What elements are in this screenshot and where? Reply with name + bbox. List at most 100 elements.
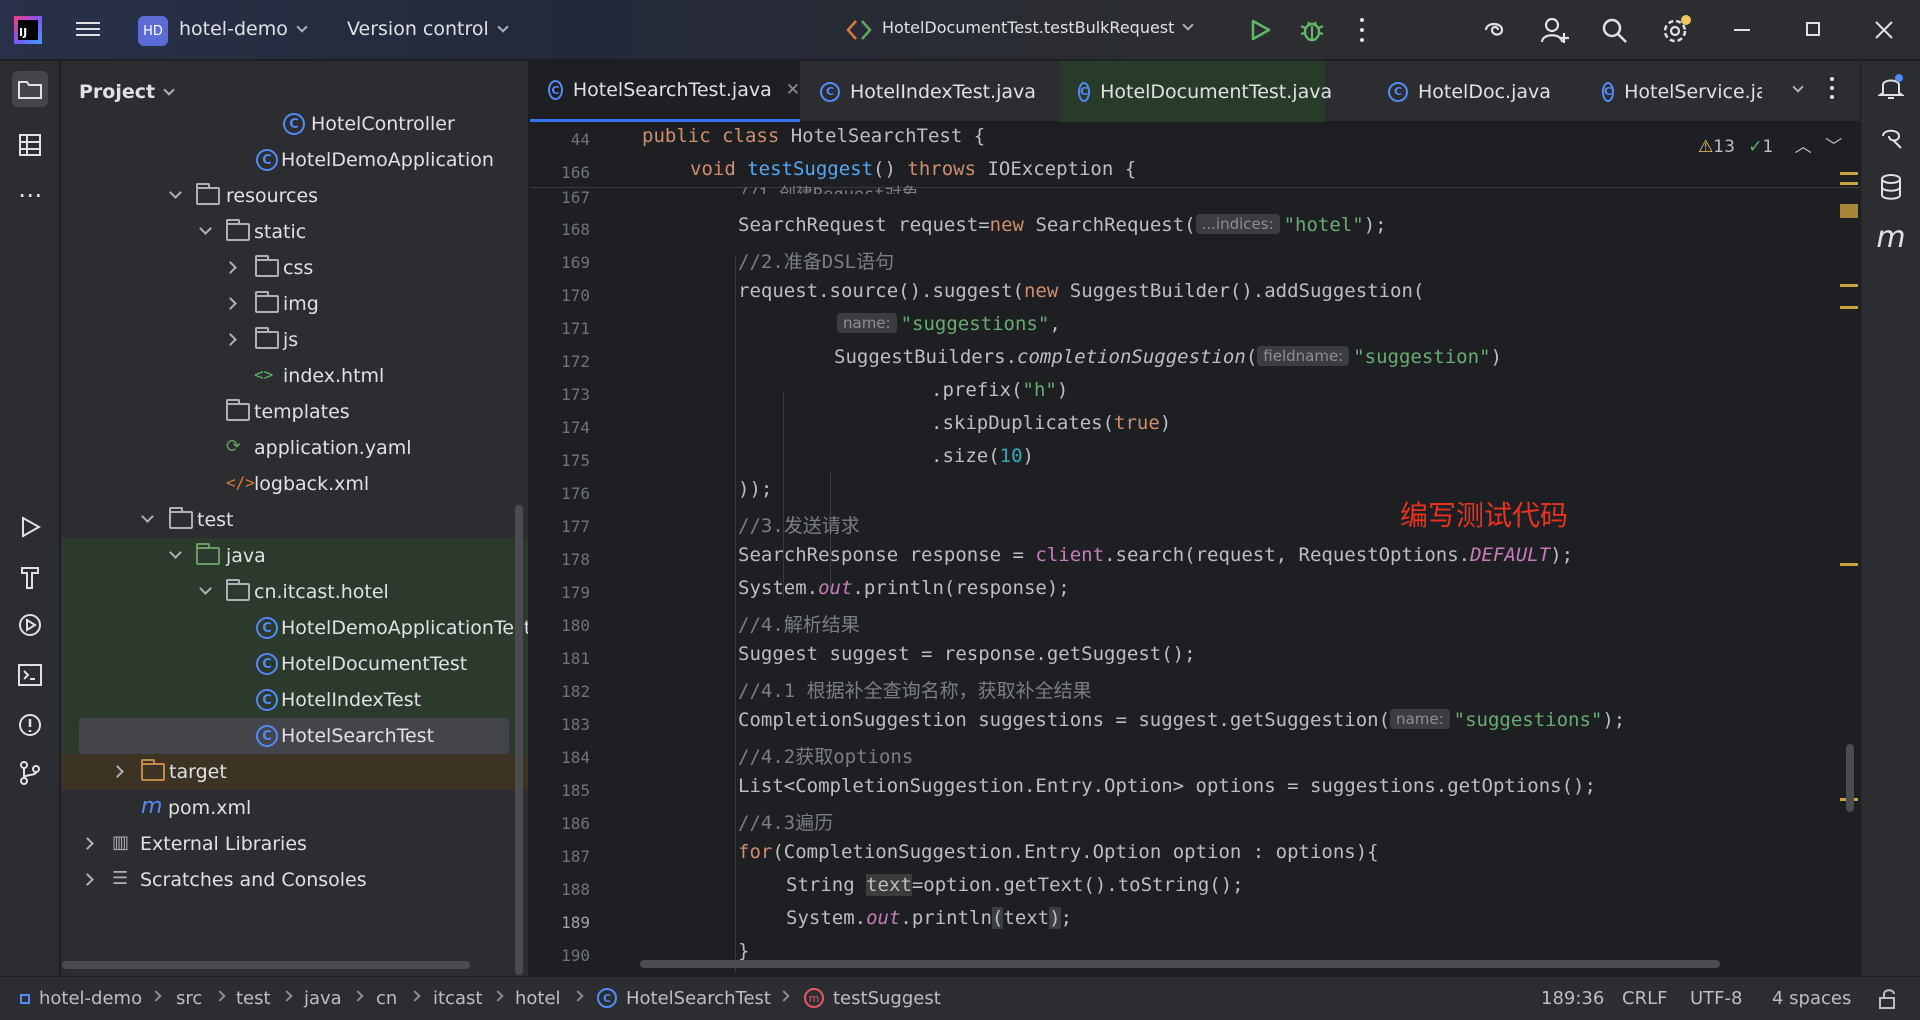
search-icon[interactable] (1600, 16, 1628, 44)
tree-item-img[interactable]: img (61, 286, 528, 322)
editor-horizontal-scrollbar[interactable] (640, 960, 1720, 968)
tree-item-js[interactable]: js (61, 322, 528, 358)
build-tool-icon[interactable] (12, 559, 48, 595)
main-menu-icon[interactable] (76, 18, 100, 40)
editor-vertical-scrollbar[interactable] (1846, 744, 1854, 812)
chevron-right-icon[interactable] (224, 297, 237, 310)
notifications-icon[interactable] (1873, 69, 1909, 105)
terminal-tool-icon[interactable] (12, 657, 48, 693)
breadcrumb-method[interactable]: testSuggest (833, 988, 941, 1009)
tab-actions-icon[interactable] (1830, 77, 1834, 99)
run-config-selector[interactable]: HotelDocumentTest.testBulkRequest (882, 18, 1195, 37)
tree-item-test[interactable]: test (61, 502, 528, 538)
breadcrumb-hotel[interactable]: hotel (515, 988, 561, 1009)
tree-item-pom-xml[interactable]: m pom.xml (61, 790, 528, 826)
more-tools-icon[interactable]: ⋯ (12, 177, 48, 213)
project-switcher[interactable]: hotel-demo (179, 18, 308, 40)
project-vertical-scrollbar[interactable] (515, 505, 523, 975)
tree-item-cn-itcast-hotel[interactable]: cn.itcast.hotel (61, 574, 528, 610)
chevron-down-icon[interactable] (169, 186, 182, 199)
inspection-widget[interactable]: ⚠13 ✓1 ︿ ﹀ (1698, 132, 1842, 157)
sticky-line-method[interactable]: 166 void testSuggest() throws IOExceptio… (530, 155, 1860, 188)
tree-item-static[interactable]: static (61, 214, 528, 250)
tab-hotel-search-test[interactable]: C HotelSearchTest.java ✕ (530, 61, 800, 122)
tree-item-hotel-controller[interactable]: C HotelController (61, 106, 528, 142)
error-stripe-marker[interactable] (1840, 182, 1858, 185)
chevron-right-icon[interactable] (224, 333, 237, 346)
prev-highlight-icon[interactable]: ︿ (1795, 137, 1812, 157)
tabs-overflow-chevron-icon[interactable] (1792, 81, 1804, 93)
vcs-widget[interactable]: Version control (347, 18, 509, 40)
chevron-right-icon[interactable] (111, 765, 124, 778)
error-stripe-marker[interactable] (1840, 284, 1858, 287)
tree-item-hotel-index-test[interactable]: C HotelIndexTest (61, 682, 528, 718)
project-horizontal-scrollbar[interactable] (62, 961, 470, 969)
ai-assistant-icon[interactable] (1480, 16, 1508, 44)
tree-item-hotel-demo-application[interactable]: C HotelDemoApplication (61, 142, 528, 178)
chevron-down-icon[interactable] (199, 582, 212, 595)
breadcrumb-test[interactable]: test (236, 988, 271, 1009)
tab-hotel-document-test[interactable]: C HotelDocumentTest.java (1060, 61, 1332, 122)
run-icon[interactable] (1248, 18, 1272, 42)
file-encoding[interactable]: UTF-8 (1690, 988, 1742, 1009)
error-stripe-marker[interactable] (1840, 204, 1858, 218)
tab-hotel-index-test[interactable]: C HotelIndexTest.java (820, 61, 1036, 122)
tree-item-logback-xml[interactable]: </> logback.xml (61, 466, 528, 502)
tab-hotel-doc[interactable]: C HotelDoc.java (1388, 61, 1551, 122)
lock-icon[interactable] (1877, 988, 1899, 1010)
tree-item-java[interactable]: java (61, 538, 528, 574)
breadcrumb-java[interactable]: java (304, 988, 342, 1009)
error-stripe-marker[interactable] (1840, 563, 1858, 566)
chevron-right-icon[interactable] (224, 261, 237, 274)
services-tool-icon[interactable] (12, 607, 48, 643)
problems-tool-icon[interactable] (12, 707, 48, 743)
settings-icon[interactable] (1660, 14, 1692, 46)
tree-item-resources[interactable]: resources (61, 178, 528, 214)
chevron-right-icon[interactable] (81, 873, 94, 886)
chevron-down-icon[interactable] (141, 510, 154, 523)
tree-item-index-html[interactable]: <> index.html (61, 358, 528, 394)
add-user-icon[interactable] (1540, 15, 1570, 45)
tree-item-application-yaml[interactable]: ⟳ application.yaml (61, 430, 528, 466)
error-stripe-marker[interactable] (1840, 306, 1858, 309)
tree-item-scratches[interactable]: ☰ Scratches and Consoles (61, 862, 528, 898)
sticky-line-class[interactable]: 44 public class HotelSearchTest { (530, 122, 1860, 155)
close-window-icon[interactable] (1874, 20, 1894, 40)
database-icon[interactable] (1873, 169, 1909, 205)
next-highlight-icon[interactable]: ﹀ (1825, 137, 1842, 157)
breadcrumb-src[interactable]: src (176, 988, 202, 1009)
ai-chat-icon[interactable] (1873, 119, 1909, 155)
run-tool-icon[interactable] (12, 509, 48, 545)
project-tool-icon[interactable] (12, 71, 48, 107)
restore-icon[interactable] (1806, 22, 1820, 36)
tree-item-templates[interactable]: templates (61, 394, 528, 430)
intellij-logo-icon[interactable]: IJ (14, 16, 42, 44)
maven-tool-icon[interactable]: m (1873, 219, 1909, 255)
minimize-icon[interactable] (1734, 29, 1750, 31)
breadcrumb-cn[interactable]: cn (376, 988, 397, 1009)
close-tab-icon[interactable]: ✕ (786, 80, 800, 100)
caret-position[interactable]: 189:36 (1541, 988, 1604, 1009)
git-tool-icon[interactable] (12, 755, 48, 791)
more-actions-icon[interactable] (1360, 16, 1366, 44)
code-editor[interactable]: 44 public class HotelSearchTest { 166 vo… (530, 122, 1860, 976)
debug-icon[interactable] (1298, 16, 1326, 44)
tree-item-hotel-demo-application-tests[interactable]: C HotelDemoApplicationTests (61, 610, 528, 646)
project-panel-title[interactable]: Project (79, 81, 175, 103)
tab-hotel-service[interactable]: C HotelService.ja (1602, 61, 1762, 122)
structure-tool-icon[interactable] (12, 127, 48, 163)
chevron-right-icon[interactable] (81, 837, 94, 850)
breadcrumb-itcast[interactable]: itcast (433, 988, 482, 1009)
tree-item-hotel-search-test[interactable]: C HotelSearchTest (79, 718, 509, 754)
line-separator[interactable]: CRLF (1622, 988, 1667, 1009)
tree-item-hotel-document-test[interactable]: C HotelDocumentTest (61, 646, 528, 682)
tree-item-external-libraries[interactable]: ▥ External Libraries (61, 826, 528, 862)
breadcrumb-class[interactable]: HotelSearchTest (626, 988, 771, 1009)
breadcrumb-project[interactable]: hotel-demo (39, 988, 142, 1009)
project-badge[interactable]: HD (138, 16, 168, 46)
chevron-down-icon[interactable] (169, 546, 182, 559)
error-stripe-marker[interactable] (1840, 172, 1858, 175)
tree-item-css[interactable]: css (61, 250, 528, 286)
tree-item-target[interactable]: target (61, 754, 528, 790)
chevron-down-icon[interactable] (199, 222, 212, 235)
